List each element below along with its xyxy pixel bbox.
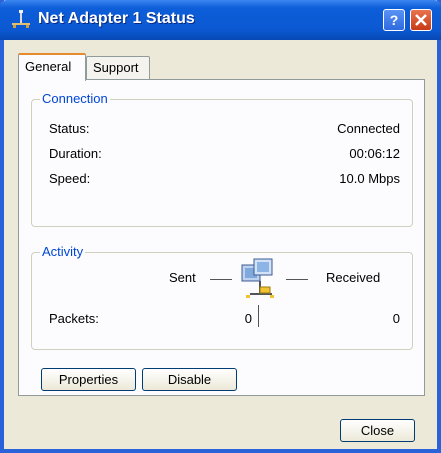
help-button[interactable]: ? (383, 9, 405, 31)
speed-label: Speed: (49, 171, 91, 186)
help-icon: ? (390, 12, 399, 28)
duration-label: Duration: (49, 146, 102, 161)
tab-support[interactable]: Support (86, 56, 150, 79)
close-icon (415, 14, 427, 26)
network-connection-icon (10, 10, 32, 30)
connection-legend: Connection (40, 91, 110, 106)
close-window-button[interactable] (410, 9, 432, 31)
tab-label: Support (93, 60, 139, 75)
speed-value: 10.0 Mbps (339, 171, 400, 186)
status-label: Status: (49, 121, 90, 136)
window-title: Net Adapter 1 Status (38, 10, 195, 27)
tab-label: General (25, 59, 72, 74)
close-button[interactable]: Close (340, 419, 415, 442)
duration-value: 00:06:12 (349, 146, 400, 161)
packets-sent-value: 0 (244, 311, 252, 326)
sent-connector (210, 279, 232, 280)
status-value: Connected (337, 121, 400, 136)
packets-received-value: 0 (392, 311, 400, 326)
packets-divider (258, 305, 259, 327)
status-dialog: Net Adapter 1 Status ? General Support C… (0, 0, 441, 453)
packets-label: Packets: (49, 311, 99, 326)
sent-label: Sent (169, 270, 196, 285)
title-bar[interactable]: Net Adapter 1 Status ? (0, 0, 441, 40)
activity-legend: Activity (40, 244, 86, 259)
connection-group: Connection Status: Connected Duration: 0… (31, 91, 413, 227)
disable-button[interactable]: Disable (142, 368, 237, 391)
network-activity-icon (236, 257, 282, 301)
received-label: Received (326, 270, 381, 285)
activity-group: Activity Sent Received Packets: 0 0 (31, 244, 413, 350)
tab-general[interactable]: General (18, 53, 86, 81)
received-connector (286, 279, 308, 280)
general-tab-panel: Connection Status: Connected Duration: 0… (18, 79, 425, 396)
properties-button[interactable]: Properties (41, 368, 136, 391)
